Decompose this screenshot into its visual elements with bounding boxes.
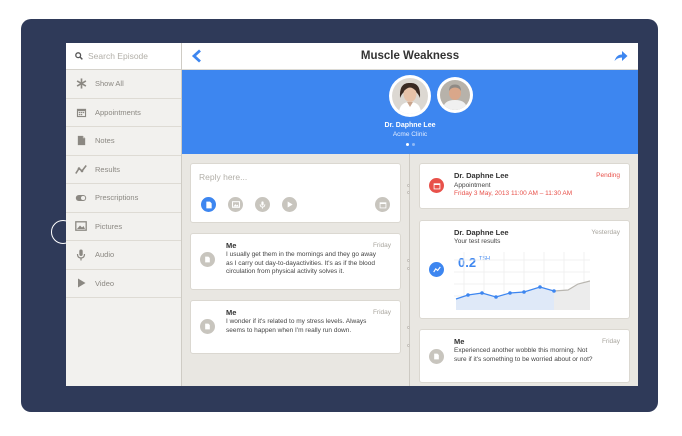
sidebar-item-label: Appointments: [95, 107, 141, 117]
sidebar-item-label: Results: [95, 164, 121, 174]
message-author: Me: [454, 337, 465, 346]
avatar-image: [392, 78, 428, 114]
avatar-daphne-lee[interactable]: [389, 75, 431, 117]
page-dot-active[interactable]: [406, 143, 409, 146]
chart-line-icon: [432, 266, 441, 273]
sidebar-item-label: Video: [95, 278, 115, 288]
search-bar[interactable]: Search Episode: [66, 43, 181, 70]
search-icon: [75, 52, 83, 60]
message-body: I usually get them in the mornings and t…: [226, 251, 376, 275]
share-arrow-icon: [614, 51, 628, 61]
note-icon: [429, 349, 444, 364]
note-icon: [205, 201, 212, 208]
sidebar-item-pictures[interactable]: Pictures: [66, 213, 181, 241]
timeline-connector: [407, 344, 410, 347]
profile-header: Dr. Daphne Lee Acme Clinic: [182, 70, 638, 154]
timeline-connector: [407, 259, 410, 262]
picture-icon: [75, 220, 87, 232]
message-time: Friday: [372, 309, 391, 316]
app-screen: Search Episode Show All Appointments Not…: [66, 43, 638, 386]
timeline-connector: [407, 184, 410, 187]
attach-video-button[interactable]: [282, 197, 297, 212]
sidebar-item-appointments[interactable]: Appointments: [66, 99, 181, 127]
timeline-connector: [407, 191, 410, 194]
sidebar-item-label: Notes: [95, 136, 115, 146]
attach-calendar-button[interactable]: [375, 197, 390, 212]
message-body: I wonder if it's related to my stress le…: [226, 318, 367, 334]
message-card[interactable]: Me Friday I wonder if it's related to my…: [190, 300, 401, 354]
timeline-line: [409, 154, 410, 386]
note-icon: [200, 319, 215, 334]
sidebar-item-show-all[interactable]: Show All: [66, 70, 181, 99]
message-body: Experienced another wobble this morning.…: [454, 347, 593, 363]
page-title: Muscle Weakness: [360, 50, 460, 62]
sidebar-item-label: Audio: [95, 250, 115, 260]
appointment-author: Dr. Daphne Lee: [454, 171, 509, 180]
results-card[interactable]: Dr. Daphne Lee Yesterday Your test resul…: [419, 220, 630, 319]
result-author: Dr. Daphne Lee: [454, 228, 509, 237]
play-icon: [287, 201, 293, 208]
sidebar-item-video[interactable]: Video: [66, 270, 181, 298]
result-subtitle: Your test results: [454, 238, 501, 245]
avatar-colleague[interactable]: [437, 77, 473, 113]
results-badge: [429, 262, 444, 277]
avatar-image: [440, 80, 470, 110]
sidebar-item-prescriptions[interactable]: Prescriptions: [66, 184, 181, 213]
note-icon: [200, 252, 215, 267]
sidebar-item-label: Show All: [95, 79, 124, 89]
share-button[interactable]: [614, 49, 628, 63]
timeline-connector: [407, 267, 410, 270]
picture-icon: [231, 201, 240, 208]
message-time: Friday: [372, 242, 391, 249]
calendar-icon: [433, 182, 440, 189]
appointment-date: Friday 3 May, 2013 11:00 AM – 11:30 AM: [454, 190, 573, 197]
result-time: Yesterday: [591, 229, 620, 236]
sidebar: Search Episode Show All Appointments Not…: [66, 43, 182, 386]
chart-line-icon: [75, 163, 87, 175]
message-card[interactable]: Me Friday I usually get them in the morn…: [190, 233, 401, 290]
reply-box[interactable]: Reply here...: [190, 163, 401, 223]
reply-input[interactable]: Reply here...: [199, 172, 247, 182]
profile-name: Dr. Daphne Lee: [384, 122, 436, 129]
calendar-icon: [379, 201, 386, 208]
sidebar-item-label: Pictures: [95, 221, 123, 231]
microphone-icon: [259, 200, 266, 209]
page-dot[interactable]: [412, 143, 415, 146]
message-card[interactable]: Me Friday Experienced another wobble thi…: [419, 329, 630, 383]
profile-clinic: Acme Clinic: [392, 131, 428, 138]
appointment-card[interactable]: Dr. Daphne Lee Pending Appointment Frida…: [419, 163, 630, 209]
sidebar-item-label: Prescriptions: [95, 193, 139, 203]
attach-note-button[interactable]: [201, 197, 216, 212]
search-input[interactable]: Search Episode: [88, 51, 148, 61]
calendar-badge: [429, 178, 444, 193]
play-icon: [75, 277, 87, 289]
message-author: Me: [226, 308, 237, 317]
page: Search Episode Show All Appointments Not…: [0, 0, 682, 436]
attach-picture-button[interactable]: [228, 197, 243, 212]
sidebar-item-notes[interactable]: Notes: [66, 127, 181, 156]
sidebar-item-results[interactable]: Results: [66, 156, 181, 184]
microphone-icon: [75, 249, 87, 261]
sidebar-item-audio[interactable]: Audio: [66, 241, 181, 270]
top-bar: Muscle Weakness: [182, 43, 638, 70]
timeline-connector: [407, 326, 410, 329]
note-icon: [75, 135, 87, 147]
status-badge: Pending: [596, 172, 620, 179]
attach-audio-button[interactable]: [255, 197, 270, 212]
asterisk-icon: [75, 78, 87, 90]
trend-sparkline: [454, 252, 590, 310]
pill-icon: [75, 192, 87, 204]
message-author: Me: [226, 241, 237, 250]
calendar-icon: [75, 106, 87, 118]
message-time: Friday: [601, 338, 620, 345]
